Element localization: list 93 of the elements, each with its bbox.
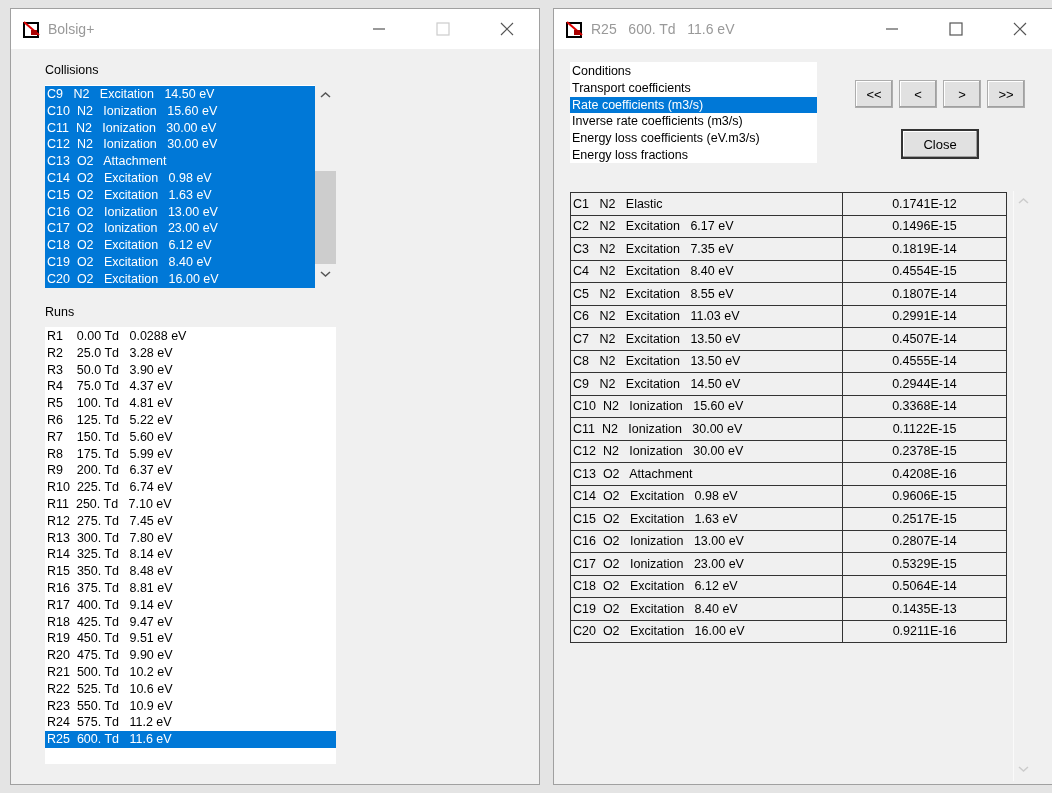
table-cell: C16 O2 Ionization 13.00 eV (570, 530, 843, 553)
list-item[interactable]: R16 375. Td 8.81 eV (45, 579, 336, 597)
app-icon (566, 20, 583, 38)
list-item[interactable]: R6 125. Td 5.22 eV (45, 412, 336, 429)
table-cell: C18 O2 Excitation 6.12 eV (570, 575, 843, 598)
view-option[interactable]: Energy loss fractions (570, 147, 817, 164)
close-icon[interactable] (499, 21, 515, 37)
section-label: Runs (45, 305, 76, 321)
table-cell: 0.5329E-15 (842, 552, 1007, 575)
table-cell: 0.2807E-14 (842, 530, 1007, 553)
table-cell: C17 O2 Ionization 23.00 eV (570, 552, 843, 575)
list-item[interactable]: R1 0.00 Td 0.0288 eV (45, 328, 336, 345)
table-cell: C1 N2 Elastic (570, 192, 843, 215)
nav-button[interactable]: >> (987, 80, 1025, 108)
window-title: R25 600. Td 11.6 eV (591, 21, 736, 37)
list-item[interactable]: R23 550. Td 10.9 eV (45, 697, 336, 715)
table-cell: C6 N2 Excitation 11.03 eV (570, 305, 843, 328)
list-item[interactable]: C9 N2 Excitation 14.50 eV (45, 86, 315, 103)
list-item[interactable]: R17 400. Td 9.14 eV (45, 596, 336, 614)
list-item[interactable]: C13 O2 Attachment (45, 153, 315, 170)
app-icon (23, 20, 40, 38)
table-cell: 0.1496E-15 (842, 215, 1007, 238)
scroll-up-icon[interactable] (320, 91, 331, 99)
close-button[interactable]: Close (901, 129, 979, 159)
table-cell: 0.4554E-15 (842, 260, 1007, 283)
list-item[interactable]: C17 O2 Ionization 23.00 eV (45, 220, 315, 238)
table-cell: C12 N2 Ionization 30.00 eV (570, 440, 843, 463)
table-cell: 0.9606E-15 (842, 485, 1007, 508)
maximize-icon[interactable] (949, 22, 963, 36)
section-label: Collisions (45, 63, 100, 79)
table-cell: C4 N2 Excitation 8.40 eV (570, 260, 843, 283)
table-cell: C13 O2 Attachment (570, 462, 843, 485)
table-cell: 0.2378E-15 (842, 440, 1007, 463)
table-cell: 0.1819E-14 (842, 237, 1007, 260)
table-cell: 0.1122E-15 (842, 417, 1007, 440)
list-item[interactable]: R25 600. Td 11.6 eV (45, 731, 336, 748)
table-cell: C3 N2 Excitation 7.35 eV (570, 237, 843, 260)
table-cell: C8 N2 Excitation 13.50 eV (570, 350, 843, 373)
table-cell: 0.2944E-14 (842, 372, 1007, 395)
table-cell: 0.9211E-16 (842, 620, 1007, 643)
list-item[interactable]: R22 525. Td 10.6 eV (45, 680, 336, 698)
list-item[interactable]: R24 575. Td 11.2 eV (45, 714, 336, 732)
list-item[interactable]: R2 25.0 Td 3.28 eV (45, 344, 336, 362)
list-item[interactable]: C12 N2 Ionization 30.00 eV (45, 136, 315, 154)
list-item[interactable]: R19 450. Td 9.51 eV (45, 630, 336, 648)
nav-button[interactable]: < (899, 80, 937, 108)
list-item[interactable]: R13 300. Td 7.80 eV (45, 529, 336, 547)
list-item[interactable]: R5 100. Td 4.81 eV (45, 395, 336, 412)
view-option[interactable]: Conditions (570, 63, 817, 80)
table-cell: C2 N2 Excitation 6.17 eV (570, 215, 843, 238)
view-option[interactable]: Inverse rate coefficients (m3/s) (570, 113, 817, 131)
table-cell: 0.4208E-16 (842, 462, 1007, 485)
table-cell: C11 N2 Ionization 30.00 eV (570, 417, 843, 440)
window-title: Bolsig+ (48, 21, 96, 37)
list-item[interactable]: R15 350. Td 8.48 eV (45, 563, 336, 580)
list-item[interactable]: R18 425. Td 9.47 eV (45, 613, 336, 631)
table-cell: 0.4555E-14 (842, 350, 1007, 373)
table-cell: 0.1741E-12 (842, 192, 1007, 215)
view-option[interactable]: Transport coefficients (570, 79, 817, 97)
list-item[interactable]: C18 O2 Excitation 6.12 eV (45, 237, 315, 254)
table-cell: 0.5064E-14 (842, 575, 1007, 598)
table-cell: 0.3368E-14 (842, 395, 1007, 418)
view-option[interactable]: Rate coefficients (m3/s) (570, 96, 817, 114)
nav-button[interactable]: > (943, 80, 981, 108)
table-cell: C9 N2 Excitation 14.50 eV (570, 372, 843, 395)
table-cell: C14 O2 Excitation 0.98 eV (570, 485, 843, 508)
table-cell: 0.2991E-14 (842, 305, 1007, 328)
close-icon[interactable] (1012, 21, 1028, 37)
table-cell: C5 N2 Excitation 8.55 eV (570, 282, 843, 305)
view-option[interactable]: Energy loss coefficients (eV.m3/s) (570, 130, 817, 147)
table-cell: C15 O2 Excitation 1.63 eV (570, 507, 843, 530)
list-item[interactable]: R4 75.0 Td 4.37 eV (45, 378, 336, 396)
list-item[interactable]: R21 500. Td 10.2 eV (45, 663, 336, 681)
table-cell: 0.1807E-14 (842, 282, 1007, 305)
list-item[interactable]: R20 475. Td 9.90 eV (45, 647, 336, 664)
list-item[interactable]: R7 150. Td 5.60 eV (45, 428, 336, 446)
list-item[interactable]: R10 225. Td 6.74 eV (45, 479, 336, 496)
nav-button[interactable]: << (855, 80, 893, 108)
list-item[interactable]: R11 250. Td 7.10 eV (45, 495, 336, 513)
table-cell: 0.1435E-13 (842, 597, 1007, 620)
table-cell: 0.4507E-14 (842, 327, 1007, 350)
list-item[interactable]: R14 325. Td 8.14 eV (45, 546, 336, 564)
list-item[interactable]: R12 275. Td 7.45 eV (45, 512, 336, 530)
scroll-down-icon[interactable] (320, 270, 331, 278)
table-cell: C10 N2 Ionization 15.60 eV (570, 395, 843, 418)
list-item[interactable]: R9 200. Td 6.37 eV (45, 462, 336, 480)
table-cell: C20 O2 Excitation 16.00 eV (570, 620, 843, 643)
list-item[interactable]: R8 175. Td 5.99 eV (45, 445, 336, 463)
list-item[interactable]: R3 50.0 Td 3.90 eV (45, 361, 336, 379)
scrollbar-thumb[interactable] (315, 171, 336, 264)
table-cell: C19 O2 Excitation 8.40 eV (570, 597, 843, 620)
table-cell: 0.2517E-15 (842, 507, 1007, 530)
table-cell: C7 N2 Excitation 13.50 eV (570, 327, 843, 350)
